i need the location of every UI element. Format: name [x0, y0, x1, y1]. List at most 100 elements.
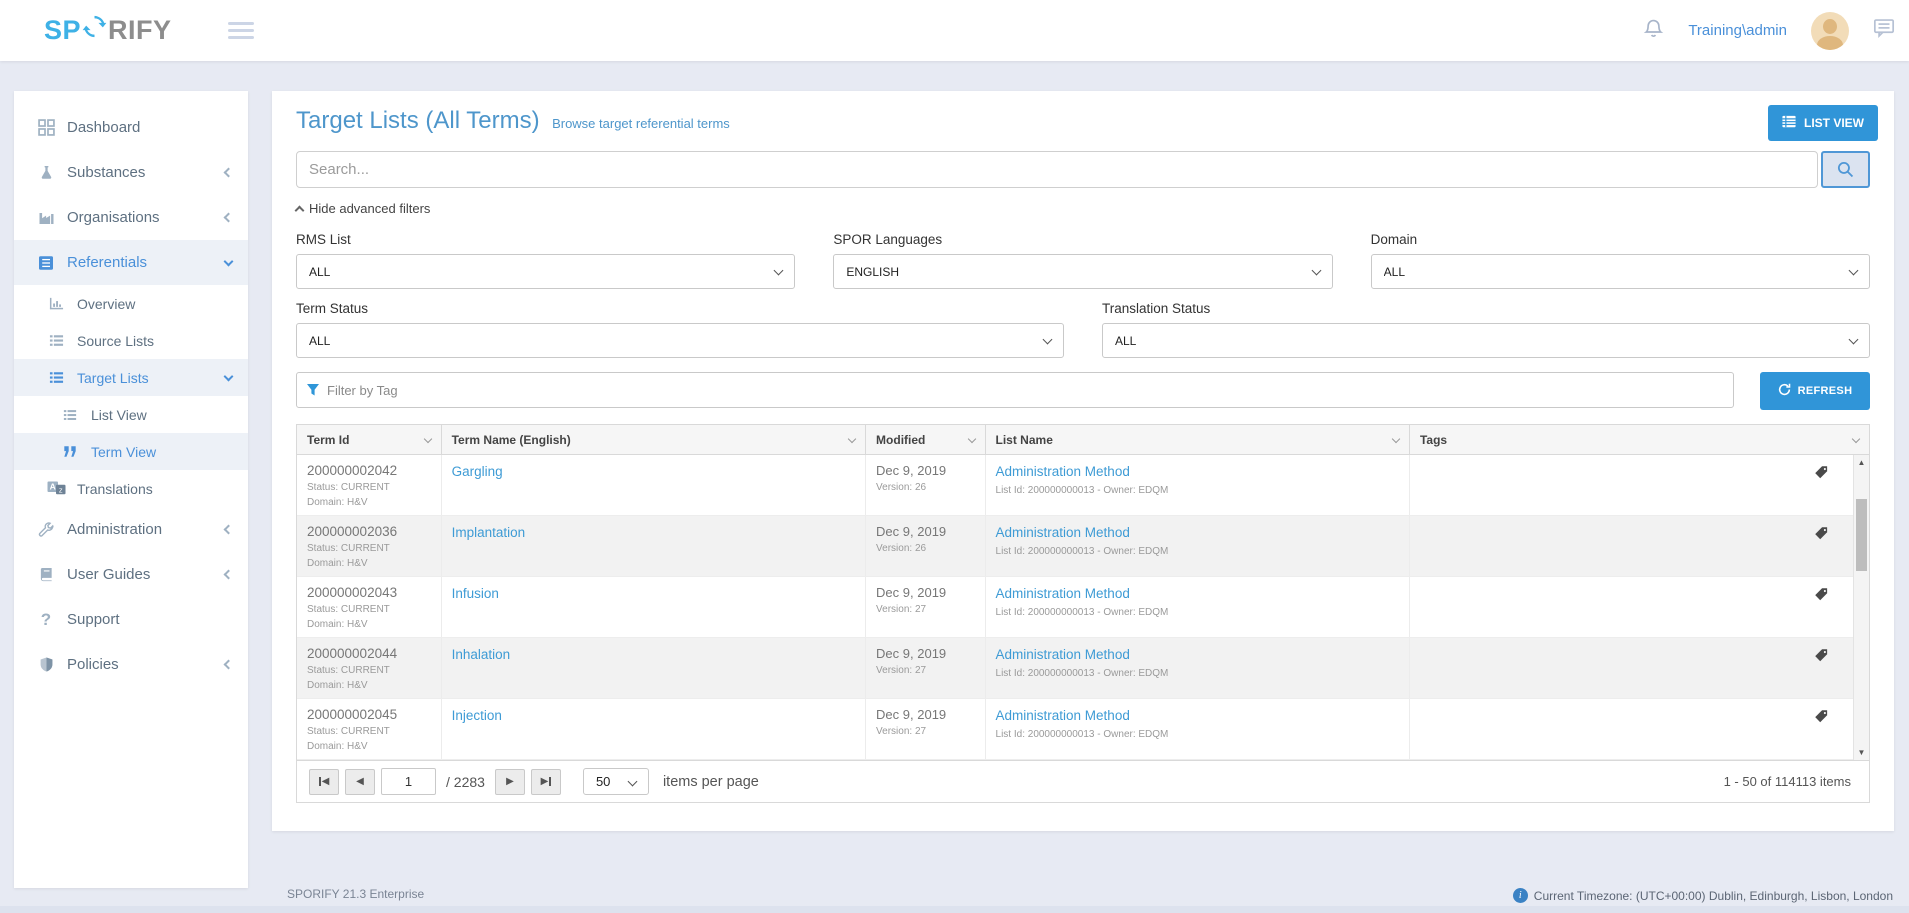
- column-menu-icon[interactable]: [1852, 434, 1860, 442]
- app-logo[interactable]: SP RIFY: [44, 14, 172, 46]
- page-title: Target Lists (All Terms): [296, 107, 540, 134]
- feedback-chat-icon[interactable]: [1873, 18, 1895, 43]
- list-name-link[interactable]: Administration Method: [996, 525, 1130, 540]
- page-number-input[interactable]: [381, 768, 436, 795]
- footer-strip: [0, 906, 1909, 913]
- tag-icon[interactable]: [1814, 526, 1829, 546]
- table-body: 200000002042Status: CURRENTDomain: H&V G…: [297, 455, 1869, 760]
- tag-icon[interactable]: [1814, 709, 1829, 729]
- rms-list-select[interactable]: ALL: [296, 254, 795, 289]
- term-domain: Domain: H&V: [307, 558, 431, 569]
- quote-icon: [60, 445, 80, 458]
- sidebar-item-administration[interactable]: Administration: [14, 507, 248, 552]
- tag-icon[interactable]: [1814, 587, 1829, 607]
- list-name-link[interactable]: Administration Method: [996, 464, 1130, 479]
- hide-advanced-filters-toggle[interactable]: Hide advanced filters: [296, 201, 430, 216]
- list-info: List Id: 200000000013 - Owner: EDQM: [996, 668, 1399, 679]
- table-row: 200000002045Status: CURRENTDomain: H&V I…: [297, 699, 1869, 760]
- list-icon: [46, 333, 66, 348]
- tag-icon[interactable]: [1814, 465, 1829, 485]
- sidebar-item-term-view[interactable]: Term View: [14, 433, 248, 470]
- column-header-modified[interactable]: Modified: [866, 425, 985, 454]
- sidebar-item-dashboard[interactable]: Dashboard: [14, 105, 248, 150]
- scroll-down-icon[interactable]: ▼: [1854, 748, 1869, 757]
- chevron-left-icon: [224, 660, 234, 670]
- sidebar-label: Support: [67, 611, 120, 628]
- translate-icon: Az: [46, 481, 66, 496]
- term-status: Status: CURRENT: [307, 665, 431, 676]
- translation-status-select[interactable]: ALL: [1102, 323, 1870, 358]
- logo-text-rify: RIFY: [108, 15, 172, 46]
- wrench-icon: [36, 521, 56, 538]
- table-scrollbar[interactable]: ▲ ▼: [1853, 455, 1869, 760]
- term-id: 200000002036: [307, 524, 431, 539]
- user-menu[interactable]: Training\admin: [1688, 22, 1787, 39]
- sidebar-label: Target Lists: [77, 370, 149, 386]
- column-header-list-name[interactable]: List Name: [986, 425, 1410, 454]
- avatar[interactable]: [1811, 12, 1849, 50]
- list-name-link[interactable]: Administration Method: [996, 647, 1130, 662]
- first-page-button[interactable]: ◀: [309, 769, 339, 795]
- term-name-link[interactable]: Infusion: [452, 586, 499, 601]
- sync-icon: [81, 14, 108, 46]
- list-name-link[interactable]: Administration Method: [996, 708, 1130, 723]
- sidebar-item-support[interactable]: ? Support: [14, 597, 248, 642]
- scrollbar-thumb[interactable]: [1856, 499, 1867, 571]
- last-page-button[interactable]: ▶: [531, 769, 561, 795]
- column-header-term-id[interactable]: Term Id: [297, 425, 442, 454]
- menu-toggle-icon[interactable]: [228, 22, 254, 43]
- sidebar-label: Term View: [91, 444, 156, 460]
- chevron-down-icon: [224, 371, 234, 381]
- column-menu-icon[interactable]: [848, 434, 856, 442]
- sidebar-item-target-lists[interactable]: Target Lists: [14, 359, 248, 396]
- notifications-bell-icon[interactable]: [1643, 18, 1664, 44]
- tag-icon[interactable]: [1814, 648, 1829, 668]
- sidebar-item-translations[interactable]: Az Translations: [14, 470, 248, 507]
- refresh-icon: [1778, 383, 1791, 399]
- term-name-link[interactable]: Inhalation: [452, 647, 511, 662]
- refresh-button[interactable]: REFRESH: [1760, 372, 1870, 410]
- column-menu-icon[interactable]: [423, 434, 431, 442]
- column-menu-icon[interactable]: [967, 434, 975, 442]
- term-status-label: Term Status: [296, 301, 1064, 316]
- term-status: Status: CURRENT: [307, 726, 431, 737]
- filter-by-tag-input[interactable]: [296, 372, 1734, 408]
- next-page-button[interactable]: ▶: [495, 769, 525, 795]
- search-button[interactable]: [1821, 151, 1870, 188]
- sidebar-item-policies[interactable]: Policies: [14, 642, 248, 687]
- column-menu-icon[interactable]: [1392, 434, 1400, 442]
- list-info: List Id: 200000000013 - Owner: EDQM: [996, 729, 1399, 740]
- table-row: 200000002042Status: CURRENTDomain: H&V G…: [297, 455, 1869, 516]
- domain-select[interactable]: ALL: [1371, 254, 1870, 289]
- sidebar-item-referentials[interactable]: Referentials: [14, 240, 248, 285]
- list-view-button[interactable]: LIST VIEW: [1768, 105, 1878, 141]
- flask-icon: [36, 164, 56, 181]
- bar-chart-icon: [46, 296, 66, 311]
- items-per-page-select[interactable]: 50: [583, 768, 649, 795]
- info-icon[interactable]: i: [1513, 888, 1528, 903]
- term-name-link[interactable]: Gargling: [452, 464, 503, 479]
- modified-date: Dec 9, 2019: [876, 524, 974, 539]
- sidebar-item-source-lists[interactable]: Source Lists: [14, 322, 248, 359]
- version: Version: 27: [876, 604, 974, 615]
- question-mark-icon: ?: [36, 610, 56, 630]
- list-name-link[interactable]: Administration Method: [996, 586, 1130, 601]
- refresh-button-label: REFRESH: [1798, 385, 1853, 397]
- sidebar-item-overview[interactable]: Overview: [14, 285, 248, 322]
- column-header-tags[interactable]: Tags: [1410, 425, 1869, 454]
- term-name-link[interactable]: Implantation: [452, 525, 526, 540]
- sidebar-item-user-guides[interactable]: User Guides: [14, 552, 248, 597]
- search-input[interactable]: [296, 151, 1818, 188]
- sidebar-label: Dashboard: [67, 119, 140, 136]
- spor-languages-select[interactable]: ENGLISH: [833, 254, 1332, 289]
- scroll-up-icon[interactable]: ▲: [1854, 458, 1869, 467]
- term-status-select[interactable]: ALL: [296, 323, 1064, 358]
- term-name-link[interactable]: Injection: [452, 708, 502, 723]
- sidebar-item-organisations[interactable]: Organisations: [14, 195, 248, 240]
- previous-page-button[interactable]: ◀: [345, 769, 375, 795]
- chevron-left-icon: [224, 570, 234, 580]
- sidebar-item-substances[interactable]: Substances: [14, 150, 248, 195]
- chevron-left-icon: [224, 525, 234, 535]
- column-header-term-name[interactable]: Term Name (English): [442, 425, 866, 454]
- sidebar-item-list-view[interactable]: List View: [14, 396, 248, 433]
